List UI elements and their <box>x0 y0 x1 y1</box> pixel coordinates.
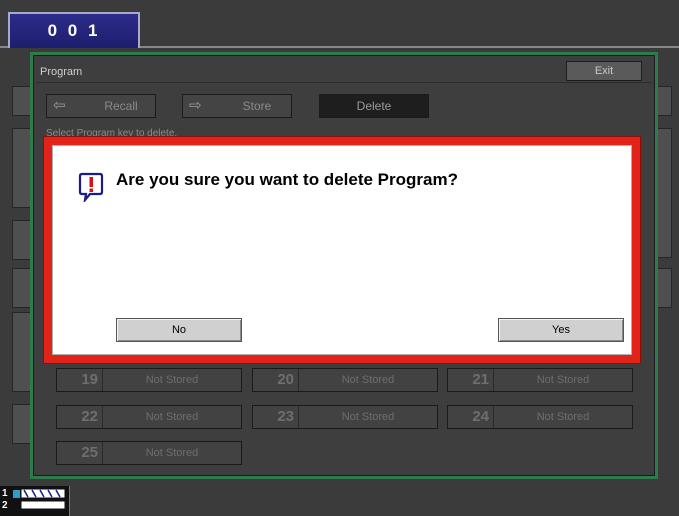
program-slot[interactable]: 19 Not Stored <box>56 368 242 392</box>
warning-icon <box>78 172 104 204</box>
background-panel-right <box>656 128 672 258</box>
recall-arrow-icon: ⇦ <box>53 97 66 114</box>
background-panel-left <box>12 268 32 308</box>
counter-tab[interactable]: 0 0 1 <box>8 12 140 48</box>
program-title: Program <box>40 66 83 78</box>
slot-number: 19 <box>57 369 103 391</box>
exit-button[interactable]: Exit <box>566 61 642 81</box>
background-panel-left <box>12 404 32 444</box>
program-slot[interactable]: 23 Not Stored <box>252 405 438 429</box>
delete-button[interactable]: Delete <box>319 94 429 118</box>
slot-number: 24 <box>448 406 494 428</box>
slot-status: Not Stored <box>145 374 199 386</box>
slot-status: Not Stored <box>536 411 590 423</box>
slot-number: 22 <box>57 406 103 428</box>
slot-number: 25 <box>57 442 103 464</box>
program-slot[interactable]: 24 Not Stored <box>447 405 633 429</box>
program-slot[interactable]: 20 Not Stored <box>252 368 438 392</box>
slot-status: Not Stored <box>536 374 590 386</box>
background-panel-right <box>656 86 672 116</box>
slot-status: Not Stored <box>341 374 395 386</box>
background-panel-left <box>12 86 32 116</box>
status-bar <box>0 484 679 516</box>
recall-button[interactable]: ⇦ Recall <box>46 94 156 118</box>
program-slot[interactable]: 22 Not Stored <box>56 405 242 429</box>
store-arrow-icon: ⇨ <box>189 97 202 114</box>
store-label: Store <box>242 99 272 113</box>
background-panel-left <box>12 128 32 208</box>
background-panel-left <box>12 312 32 392</box>
program-slot[interactable]: 25 Not Stored <box>56 441 242 465</box>
program-slot[interactable]: 21 Not Stored <box>447 368 633 392</box>
status-line-2: 2 <box>2 500 8 511</box>
network-status-icon <box>12 488 66 510</box>
background-panel-left <box>12 220 32 260</box>
status-line-1: 1 <box>2 488 8 499</box>
program-titlebar <box>36 59 652 83</box>
slot-number: 23 <box>253 406 299 428</box>
slot-status: Not Stored <box>341 411 395 423</box>
slot-status: Not Stored <box>145 411 199 423</box>
yes-button[interactable]: Yes <box>498 318 624 342</box>
slot-status: Not Stored <box>145 447 199 459</box>
recall-label: Recall <box>104 99 138 113</box>
store-button[interactable]: ⇨ Store <box>182 94 292 118</box>
slot-number: 21 <box>448 369 494 391</box>
no-button[interactable]: No <box>116 318 242 342</box>
confirm-message: Are you sure you want to delete Program? <box>116 170 458 189</box>
slot-number: 20 <box>253 369 299 391</box>
background-panel-right <box>656 268 672 308</box>
